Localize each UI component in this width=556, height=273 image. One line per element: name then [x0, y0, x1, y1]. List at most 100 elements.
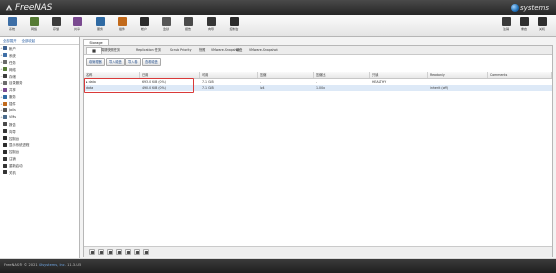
toolbar-jails-button[interactable]: 监狱 [159, 17, 173, 31]
expand-all-link[interactable]: 全部展开 [3, 38, 17, 43]
column-status[interactable]: 只读 [370, 72, 428, 78]
jails-icon [3, 108, 7, 113]
toolbar-plugins-button[interactable]: 插件 [115, 17, 129, 31]
tree-item[interactable]: + 系统 [0, 52, 79, 59]
toolbar-shell-button[interactable]: 控制台 [227, 17, 241, 31]
tree-item[interactable]: + 目录服务 [0, 79, 79, 86]
toolbar-label: 存储 [52, 27, 59, 31]
create-dataset-icon[interactable] [125, 249, 131, 255]
wizard-icon [3, 129, 7, 134]
subtab-periodic-snapshot[interactable]: 周期快照任务 [99, 47, 122, 53]
tree-item-label: 存储 [9, 74, 16, 79]
tree-item[interactable]: 显示系统进程 [0, 141, 79, 148]
subtab-snapshots[interactable]: 快照 [197, 47, 207, 53]
account-icon [3, 46, 7, 51]
tree-item[interactable]: + 网络 [0, 66, 79, 73]
tree-item[interactable]: + Jails [0, 107, 79, 114]
subtab-replication[interactable]: Replication 任务 [134, 47, 163, 53]
toolbar-shutdown-button[interactable]: 关机 [535, 17, 549, 31]
toolbar-reporting-button[interactable]: 报告 [181, 17, 195, 31]
toolbar-sharing-button[interactable]: 共享 [70, 17, 84, 31]
tree-item[interactable]: + 任务 [0, 59, 79, 66]
detach-volume-icon[interactable] [89, 249, 95, 255]
storage-content: 周期快照任务 Replication 任务 Scrub Priority 快照 … [83, 45, 553, 257]
vm-icon [3, 115, 7, 120]
column-compression[interactable]: 压缩 [258, 72, 314, 78]
create-zvol-icon[interactable] [134, 249, 140, 255]
scrub-volume-icon[interactable] [98, 249, 104, 255]
column-comments[interactable]: Comments [488, 72, 552, 78]
column-ratio[interactable]: 压缩比 [314, 72, 370, 78]
tree-item[interactable]: 向导 [0, 128, 79, 135]
wizard-icon [206, 17, 216, 26]
process-icon [3, 142, 7, 147]
tree-item[interactable]: + VMs [0, 114, 79, 121]
main-toolbar: 系统 网络 存储 共享 服务 插件 帐户 监狱 报告 向导 控制台 注销 重启 关机 [0, 15, 556, 37]
view-disks-button[interactable]: 查看磁盘 [142, 58, 161, 66]
toolbar-storage-button[interactable]: 存储 [49, 17, 63, 31]
tree-item[interactable]: 控制台 [0, 148, 79, 155]
subtab-disks[interactable]: 磁盘 [234, 47, 244, 53]
toolbar-label: 共享 [73, 27, 80, 31]
cell-compression: lz4 [260, 86, 265, 90]
tree-item-label: 控制台 [9, 150, 20, 155]
system-icon [3, 53, 7, 58]
volume-icon [92, 49, 96, 53]
cell-status [370, 85, 372, 91]
main-panel: Storage 周期快照任务 Replication 任务 Scrub Prio… [80, 37, 556, 258]
volume-status-icon[interactable] [143, 249, 149, 255]
tree-item[interactable]: + 共享 [0, 86, 79, 93]
import-disk-button[interactable]: 导入磁盘 [106, 58, 125, 66]
toolbar-label: 重启 [520, 27, 527, 31]
toolbar-label: 帐户 [140, 27, 147, 31]
logout-icon [3, 156, 7, 161]
tree-item[interactable]: + 帐户 [0, 45, 79, 52]
toolbar-logout-button[interactable]: 注销 [499, 17, 513, 31]
column-readonly[interactable]: Readonly [428, 72, 488, 78]
account-icon [139, 17, 149, 26]
tree-item-label: 关机 [9, 170, 16, 175]
toolbar-label: 网络 [30, 27, 37, 31]
tree-item[interactable]: − 存储 [0, 73, 79, 80]
edit-options-icon[interactable] [107, 249, 113, 255]
cell-ratio: 1.00x [316, 86, 325, 90]
plugins-icon [3, 101, 7, 106]
tree-item[interactable]: + 服务 [0, 93, 79, 100]
reporting-icon [3, 122, 7, 127]
tree-item-label: 显示系统进程 [9, 143, 30, 148]
toolbar-services-button[interactable]: 服务 [93, 17, 107, 31]
tree-item[interactable]: 控制台 [0, 135, 79, 142]
copyright-text: FreeNAS® © 2021 [4, 263, 38, 267]
footer: FreeNAS® © 2021 iXsystems, Inc. 11.3-U5 [0, 259, 556, 273]
volume-action-bar [84, 246, 552, 257]
tree-item[interactable]: 重新启动 [0, 162, 79, 169]
import-volume-button[interactable]: 导入卷 [125, 58, 141, 66]
toolbar-wizard-button[interactable]: 向导 [204, 17, 218, 31]
freenas-logo: FreeNAS [5, 2, 52, 13]
tree-item-label: 报告 [9, 122, 16, 127]
tree-item[interactable]: 报告 [0, 121, 79, 128]
toolbar-network-button[interactable]: 网络 [27, 17, 41, 31]
toolbar-reboot-button[interactable]: 重启 [517, 17, 531, 31]
footer-text: FreeNAS® © 2021 iXsystems, Inc. 11.3-U5 [4, 263, 81, 267]
directory-icon [3, 80, 7, 85]
volume-manager-button[interactable]: 卷管理器 [86, 58, 105, 66]
subtab-vmware-snapshot[interactable]: VMware-Snapshot [247, 47, 280, 53]
ixsystems-link[interactable]: iXsystems, Inc. [39, 263, 66, 267]
collapse-all-link[interactable]: 全部收起 [22, 38, 36, 43]
column-available[interactable]: 可用 [200, 72, 258, 78]
reporting-icon [183, 17, 193, 26]
change-permissions-icon[interactable] [116, 249, 122, 255]
tree-item[interactable]: 注销 [0, 155, 79, 162]
tree-item[interactable]: + 插件 [0, 100, 79, 107]
tree-item[interactable]: 关机 [0, 169, 79, 176]
cell-comments [488, 85, 490, 91]
toolbar-system-button[interactable]: 系统 [5, 17, 19, 31]
storage-icon [3, 74, 7, 78]
network-icon [29, 17, 39, 26]
toolbar-account-button[interactable]: 帐户 [137, 17, 151, 31]
toolbar-label: 向导 [207, 27, 214, 31]
jails-icon [161, 17, 171, 26]
tree-item-label: 重新启动 [9, 164, 23, 169]
subtab-scrub[interactable]: Scrub Priority [168, 47, 194, 53]
